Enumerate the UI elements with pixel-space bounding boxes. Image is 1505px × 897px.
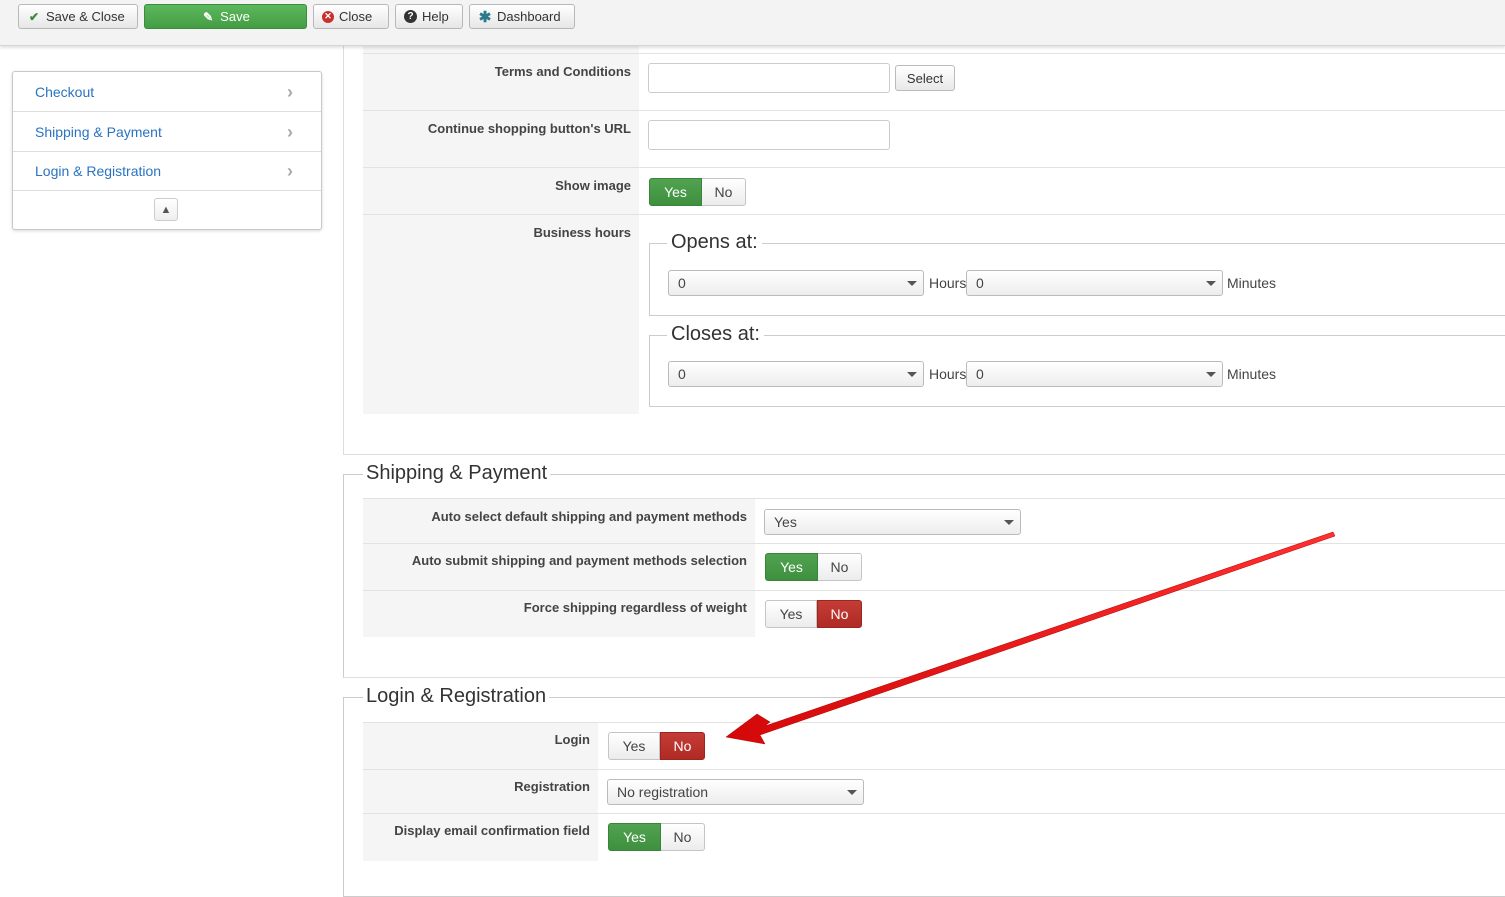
dashboard-icon: ✱ (478, 8, 492, 26)
dashboard-button[interactable]: ✱ Dashboard (469, 4, 575, 29)
toolbar: ✔ Save & Close ✎ Save ✕ Close ? Help ✱ D… (0, 0, 1505, 46)
save-close-button[interactable]: ✔ Save & Close (18, 4, 138, 29)
annotation-arrow (725, 531, 1336, 745)
save-button[interactable]: ✎ Save (144, 4, 307, 29)
edit-icon: ✎ (203, 9, 214, 24)
close-circle-icon: ✕ (322, 10, 334, 23)
check-icon: ✔ (28, 9, 40, 24)
close-button[interactable]: ✕ Close (313, 4, 389, 29)
help-button[interactable]: ? Help (395, 4, 463, 29)
help-icon: ? (404, 10, 417, 23)
